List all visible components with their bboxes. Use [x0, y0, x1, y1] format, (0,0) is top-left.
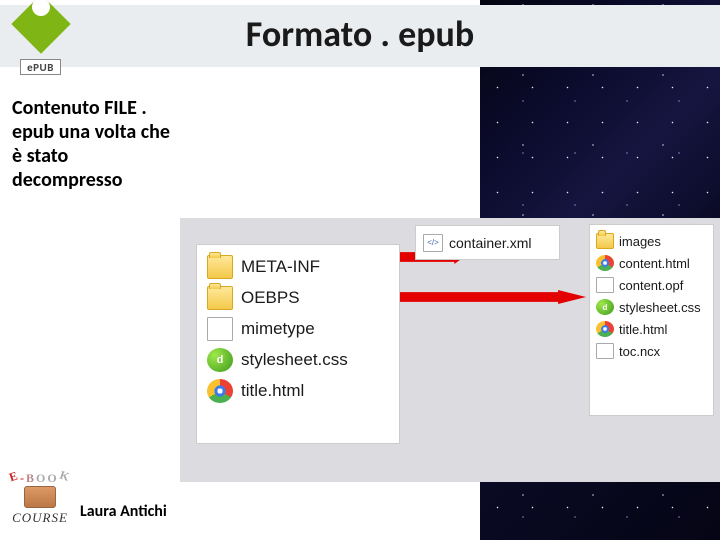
list-item: OEBPS [207, 286, 389, 310]
file-label: content.opf [619, 278, 683, 293]
list-item: content.html [596, 255, 707, 271]
chrome-icon [207, 379, 233, 403]
css-icon [596, 299, 614, 315]
list-item: container.xml [423, 234, 531, 252]
arrow-oebps [400, 290, 586, 304]
file-label: OEBPS [241, 288, 300, 308]
chrome-icon [596, 255, 614, 271]
list-item: META-INF [207, 255, 389, 279]
body-description: Contenuto FILE . epub una volta che è st… [12, 96, 182, 192]
chrome-icon [596, 321, 614, 337]
author-name: Laura Antichi [80, 502, 167, 521]
file-label: mimetype [241, 319, 315, 339]
list-item: images [596, 233, 707, 249]
css-icon [207, 348, 233, 372]
course-logo: E-BOOK COURSE [9, 471, 71, 526]
file-list-meta-inf: container.xml [415, 225, 560, 260]
list-item: title.html [207, 379, 389, 403]
folder-icon [207, 255, 233, 279]
file-icon [596, 277, 614, 293]
folder-icon [207, 286, 233, 310]
list-item: stylesheet.css [596, 299, 707, 315]
file-label: stylesheet.css [619, 300, 701, 315]
file-label: toc.ncx [619, 344, 660, 359]
file-label: images [619, 234, 661, 249]
file-label: title.html [241, 381, 304, 401]
folder-icon [596, 233, 614, 249]
file-icon [596, 343, 614, 359]
course-arc-text: E-BOOK [10, 471, 70, 486]
list-item: mimetype [207, 317, 389, 341]
file-label: content.html [619, 256, 690, 271]
epub-logo-text: ePUB [20, 59, 61, 75]
list-item: stylesheet.css [207, 348, 389, 372]
list-item: toc.ncx [596, 343, 707, 359]
file-label: stylesheet.css [241, 350, 348, 370]
list-item: content.opf [596, 277, 707, 293]
file-label: META-INF [241, 257, 320, 277]
xml-file-icon [423, 234, 443, 252]
file-list-root: META-INF OEBPS mimetype stylesheet.css t… [196, 244, 400, 444]
book-icon [24, 486, 56, 508]
list-item: title.html [596, 321, 707, 337]
file-list-oebps: images content.html content.opf styleshe… [589, 224, 714, 416]
file-icon [207, 317, 233, 341]
course-label: COURSE [12, 510, 68, 526]
file-label: container.xml [449, 235, 531, 251]
slide-title: Formato . epub [0, 12, 720, 56]
file-label: title.html [619, 322, 667, 337]
